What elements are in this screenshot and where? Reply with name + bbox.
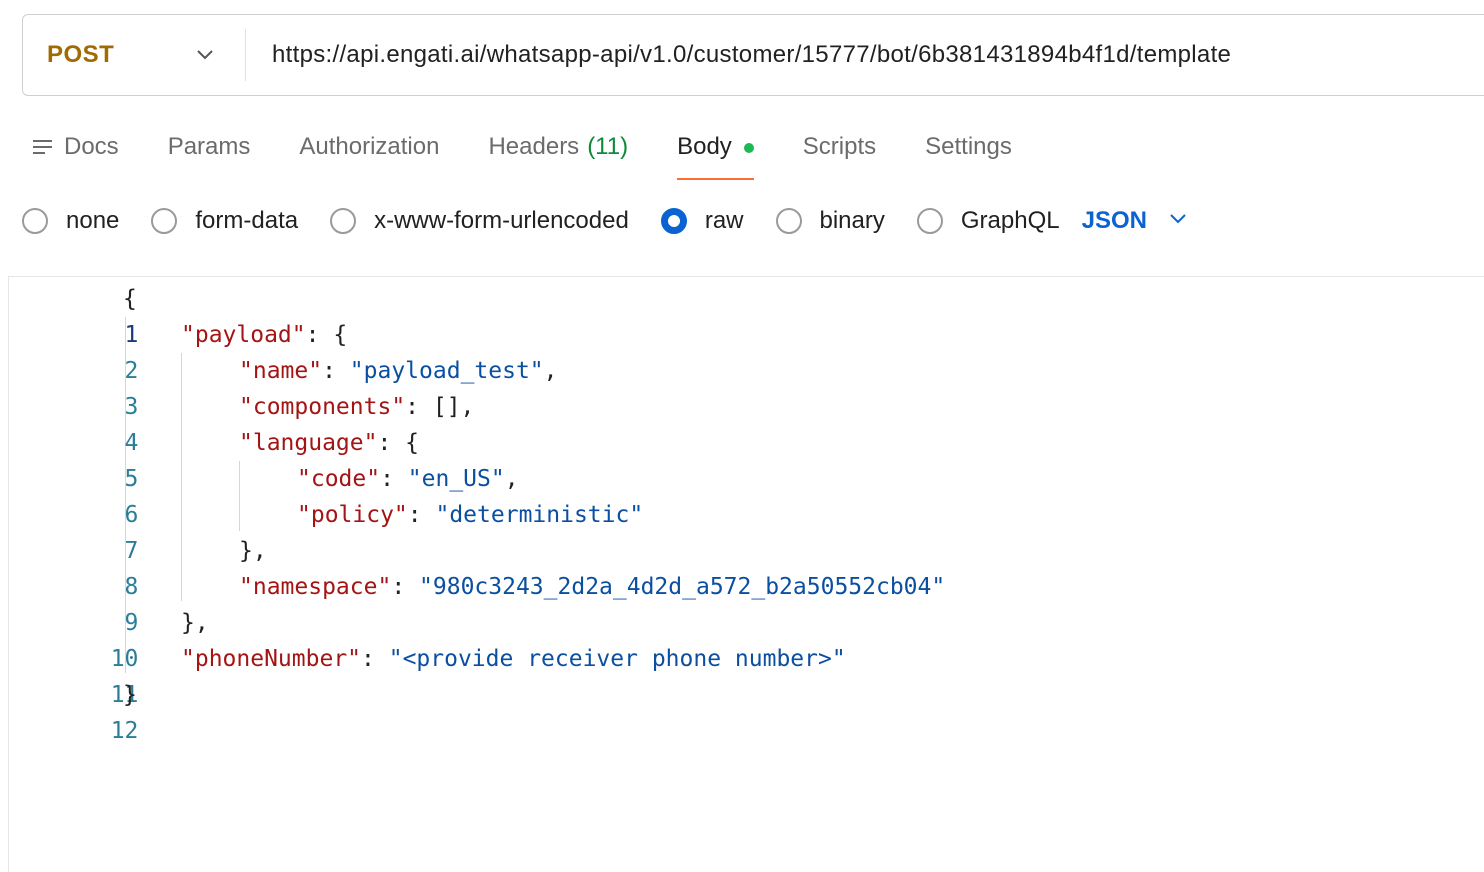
tab-label: Docs [64,133,119,160]
code-line: 2 "payload": { [9,317,348,384]
json-string: "<provide receiver phone number>" [388,646,846,672]
code-line: 1 { [9,281,138,348]
json-key: "code" [297,466,381,492]
json-punct: : [380,466,408,492]
json-punct: }, [181,610,209,636]
json-key: "name" [239,358,323,384]
tab-params[interactable]: Params [168,124,251,180]
code-line: 4 "components": [], [9,389,475,456]
radio-option-none[interactable]: none [22,207,119,235]
method-selector[interactable]: POST [23,15,245,95]
json-punct: : [407,502,436,528]
indent-guide [181,353,182,601]
json-punct: : [322,358,350,384]
code-line: 11 "phoneNumber": "<provide receiver pho… [9,641,846,708]
tab-headers[interactable]: Headers (11) [488,124,628,180]
json-string: "980c3243_2d2a_4d2d_a572_b2a50552cb04" [419,574,946,600]
json-punct: : { [305,322,348,348]
tab-label: Settings [925,133,1012,160]
tab-label: Params [167,133,251,160]
code-line: 10 }, [9,605,209,672]
chevron-down-icon [1169,212,1187,230]
code-editor[interactable]: 1 { 2 "payload": { 3 "name": "payload_te… [8,276,1484,872]
request-tabs: Docs Params Authorization Headers (11) B… [32,124,1061,180]
json-key: "policy" [297,502,408,528]
radio-option-form-data[interactable]: form-data [151,207,298,235]
chevron-down-icon [195,45,215,65]
json-string: "payload_test" [349,358,544,384]
radio-circle-icon[interactable] [151,208,178,234]
tab-label: Authorization [299,133,440,160]
code-line: 5 "language": { [9,425,420,492]
radio-option-urlencoded[interactable]: x-www-form-urlencoded [330,207,629,235]
radio-label: raw [704,207,744,234]
radio-circle-icon[interactable] [22,208,48,234]
tab-settings[interactable]: Settings [925,124,1012,180]
raw-language-label: JSON [1081,207,1147,234]
radio-option-raw[interactable]: raw [660,207,744,235]
json-punct: { [123,286,137,312]
json-string: "en_US" [407,466,505,492]
method-label: POST [47,41,115,68]
json-key: "language" [239,430,378,456]
body-modified-dot-icon [743,143,754,153]
tab-authorization[interactable]: Authorization [299,124,439,180]
radio-label: none [66,207,120,234]
code-line: 7 "policy": "deterministic" [9,497,644,564]
json-punct: : [361,646,389,672]
json-punct: : [], [405,394,475,420]
tab-body[interactable]: Body [677,124,754,180]
json-punct: } [123,682,137,708]
raw-language-selector[interactable]: JSON [1082,207,1187,235]
radio-label: form-data [195,207,299,234]
code-line: 3 "name": "payload_test", [9,353,558,420]
radio-label: x-www-form-urlencoded [374,207,629,234]
radio-option-graphql[interactable]: GraphQL [916,207,1060,235]
request-url-bar: POST [22,14,1484,96]
json-string: "deterministic" [435,502,644,528]
radio-label: GraphQL [960,207,1060,234]
json-punct: , [504,466,519,492]
docs-icon [32,137,54,159]
headers-count-badge: (11) [587,133,629,160]
tab-label: Headers [488,133,580,160]
json-key: "namespace" [239,574,392,600]
radio-circle-icon[interactable] [330,208,357,234]
json-punct: , [543,358,558,384]
radio-option-binary[interactable]: binary [775,207,885,235]
tab-label: Scripts [802,133,877,160]
json-key: "phoneNumber" [181,646,362,672]
code-line: 9 "namespace": "980c3243_2d2a_4d2d_a572_… [9,569,946,636]
code-line: 12 } [9,677,139,744]
code-line: 6 "code": "en_US", [9,461,519,528]
indent-guide [239,461,240,531]
json-punct: }, [239,538,267,564]
line-number: 12 [110,718,139,744]
json-punct: : [391,574,420,600]
body-type-options: none form-data x-www-form-urlencoded raw… [22,202,1187,240]
radio-circle-icon[interactable] [916,208,943,234]
radio-circle-icon[interactable] [775,208,802,234]
json-punct: : { [377,430,420,456]
tab-scripts[interactable]: Scripts [803,124,876,180]
tab-label: Body [677,133,732,160]
code-line: 8 }, [9,533,267,600]
tab-docs[interactable]: Docs [32,124,119,180]
json-key: "payload" [181,322,306,348]
json-key: "components" [239,394,406,420]
radio-checked-icon[interactable] [660,208,687,234]
url-input[interactable] [246,14,1484,96]
radio-label: binary [819,207,885,234]
